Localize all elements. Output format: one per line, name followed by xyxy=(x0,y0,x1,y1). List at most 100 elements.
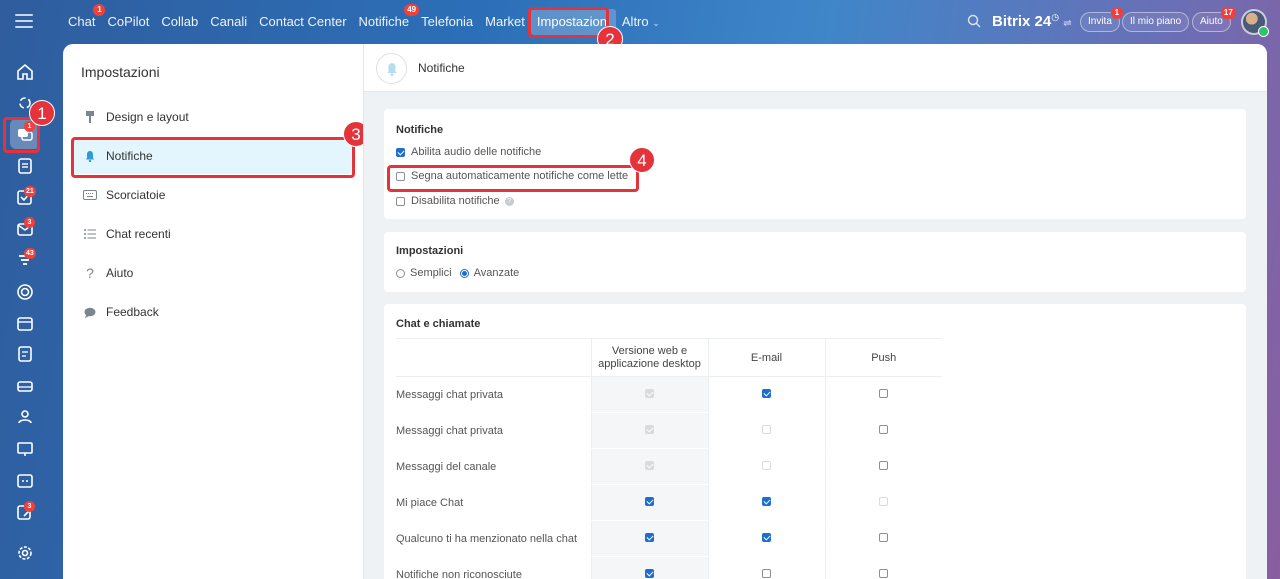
row-label: Messaggi chat privata xyxy=(396,412,591,449)
nav-item-copilot[interactable]: CoPilot xyxy=(101,9,155,35)
table-row: Messaggi chat privata xyxy=(396,412,942,449)
nav-item-chat[interactable]: Chat 1 xyxy=(62,4,106,35)
nav-item-collab[interactable]: Collab xyxy=(155,9,204,35)
email-cell xyxy=(707,556,825,579)
sidebar-item-feedback[interactable]: Feedback xyxy=(73,294,353,330)
menu-icon[interactable] xyxy=(15,14,33,28)
row-label: Notifiche non riconosciute xyxy=(396,556,591,579)
users-icon[interactable] xyxy=(14,406,36,428)
question-icon: ? xyxy=(86,265,94,281)
email-cell xyxy=(707,448,825,485)
push-checkbox[interactable] xyxy=(879,388,889,398)
web-checkbox[interactable] xyxy=(645,532,654,542)
nav-item-telefonia[interactable]: Telefonia xyxy=(415,9,479,35)
push-checkbox[interactable] xyxy=(879,568,889,578)
web-checkbox xyxy=(645,388,654,398)
push-cell xyxy=(824,376,942,413)
column-header-email: E-mail xyxy=(707,338,825,377)
web-cell xyxy=(590,412,708,449)
feed-icon[interactable] xyxy=(14,155,36,177)
highlight-auto-mark-read xyxy=(387,165,639,192)
gear-icon[interactable] xyxy=(14,542,36,564)
email-cell xyxy=(707,376,825,413)
presentation-icon[interactable] xyxy=(14,438,36,460)
help-button[interactable]: Aiuto 17 xyxy=(1192,7,1236,32)
push-cell xyxy=(824,520,942,557)
email-checkbox xyxy=(762,424,771,434)
swap-icon: ⇌ xyxy=(1063,18,1072,29)
web-checkbox[interactable] xyxy=(645,496,654,506)
nav-item-canali[interactable]: Canali xyxy=(204,9,253,35)
my-plan-button[interactable]: Il mio piano xyxy=(1122,12,1190,32)
radio-semplici-input[interactable] xyxy=(396,268,405,278)
sidebar-item-chat-recenti[interactable]: Chat recenti xyxy=(73,216,353,252)
web-cell xyxy=(590,448,708,485)
brush-icon xyxy=(83,110,97,124)
column-header-push: Push xyxy=(824,338,942,377)
web-checkbox[interactable] xyxy=(645,568,654,578)
bell-icon xyxy=(376,53,407,84)
keyboard-icon xyxy=(83,188,97,202)
main-content: Notifiche Notifiche Abilita audio delle … xyxy=(363,44,1267,579)
push-cell xyxy=(824,556,942,579)
sidebar-item-design[interactable]: Design e layout xyxy=(73,99,353,135)
email-cell xyxy=(707,484,825,521)
chevron-down-icon: ⌄ xyxy=(652,18,660,28)
sidebar-item-scorciatoie[interactable]: Scorciatoie xyxy=(73,177,353,213)
web-cell xyxy=(590,376,708,413)
rail-badge-feed: 43 xyxy=(24,248,36,259)
nav-item-altro[interactable]: Altro ⌄ xyxy=(616,9,666,35)
rail-badge-mail: 3 xyxy=(24,217,35,228)
email-cell xyxy=(707,520,825,557)
nav-item-notifiche[interactable]: Notifiche 49 xyxy=(353,4,420,35)
radio-semplici[interactable]: Semplici xyxy=(396,267,452,279)
help-icon[interactable]: ? xyxy=(504,196,514,206)
document-icon[interactable] xyxy=(14,343,36,365)
top-bar: Chat 1 CoPilot Collab Canali Contact Cen… xyxy=(0,0,1280,44)
row-label: Qualcuno ti ha menzionato nella chat xyxy=(396,520,591,557)
home-icon[interactable] xyxy=(14,61,36,83)
chat-calls-card: Chat e chiamate Versione web e applicazi… xyxy=(384,304,1246,579)
disable-notifications-option[interactable]: Disabilita notifiche ? xyxy=(396,195,514,207)
push-checkbox[interactable] xyxy=(879,424,889,434)
rail-badge-other: 3 xyxy=(24,501,35,512)
nav-item-market[interactable]: Market xyxy=(479,9,531,35)
email-checkbox[interactable] xyxy=(762,496,771,506)
push-checkbox[interactable] xyxy=(879,460,889,470)
step-1-marker: 1 xyxy=(29,100,55,126)
row-label: Mi piace Chat xyxy=(396,484,591,521)
radio-avanzate[interactable]: Avanzate xyxy=(459,267,519,279)
push-checkbox xyxy=(879,496,889,506)
enable-audio-checkbox[interactable] xyxy=(396,147,405,157)
avatar[interactable] xyxy=(1241,9,1269,37)
push-cell xyxy=(824,412,942,449)
page-title: Notifiche xyxy=(418,61,465,75)
search-icon[interactable] xyxy=(967,14,981,28)
radio-avanzate-input[interactable] xyxy=(459,268,469,278)
email-checkbox[interactable] xyxy=(762,568,771,578)
enable-audio-option[interactable]: Abilita audio delle notifiche xyxy=(396,146,541,158)
table-row: Mi piace Chat xyxy=(396,484,942,521)
list-icon xyxy=(83,227,97,241)
push-checkbox[interactable] xyxy=(879,532,889,542)
email-checkbox[interactable] xyxy=(762,532,771,542)
settings-sidebar: Impostazioni Design e layout Notifiche S… xyxy=(63,44,363,579)
drive-icon[interactable] xyxy=(14,375,36,397)
schedule-icon[interactable] xyxy=(14,469,36,491)
highlight-impostazioni xyxy=(528,7,609,38)
disable-notifications-checkbox[interactable] xyxy=(396,196,405,206)
highlight-sidebar-notifiche xyxy=(71,137,355,178)
calendar-icon[interactable] xyxy=(14,312,36,334)
rail-badge-tasks: 21 xyxy=(24,186,36,197)
target-icon[interactable] xyxy=(14,281,36,303)
speech-bubble-icon xyxy=(83,305,97,319)
invite-button[interactable]: Invita 1 xyxy=(1080,7,1123,32)
brand-logo[interactable]: Bitrix 24◷ ⇌ xyxy=(992,12,1072,30)
email-checkbox[interactable] xyxy=(762,388,771,398)
table-row: Messaggi del canale xyxy=(396,448,942,485)
sidebar-item-aiuto[interactable]: ? Aiuto xyxy=(73,255,353,291)
nav-item-contact-center[interactable]: Contact Center xyxy=(253,9,352,35)
table-row: Messaggi chat privata xyxy=(396,376,942,413)
step-4-marker: 4 xyxy=(629,147,655,173)
main-header: Notifiche xyxy=(364,44,1267,92)
